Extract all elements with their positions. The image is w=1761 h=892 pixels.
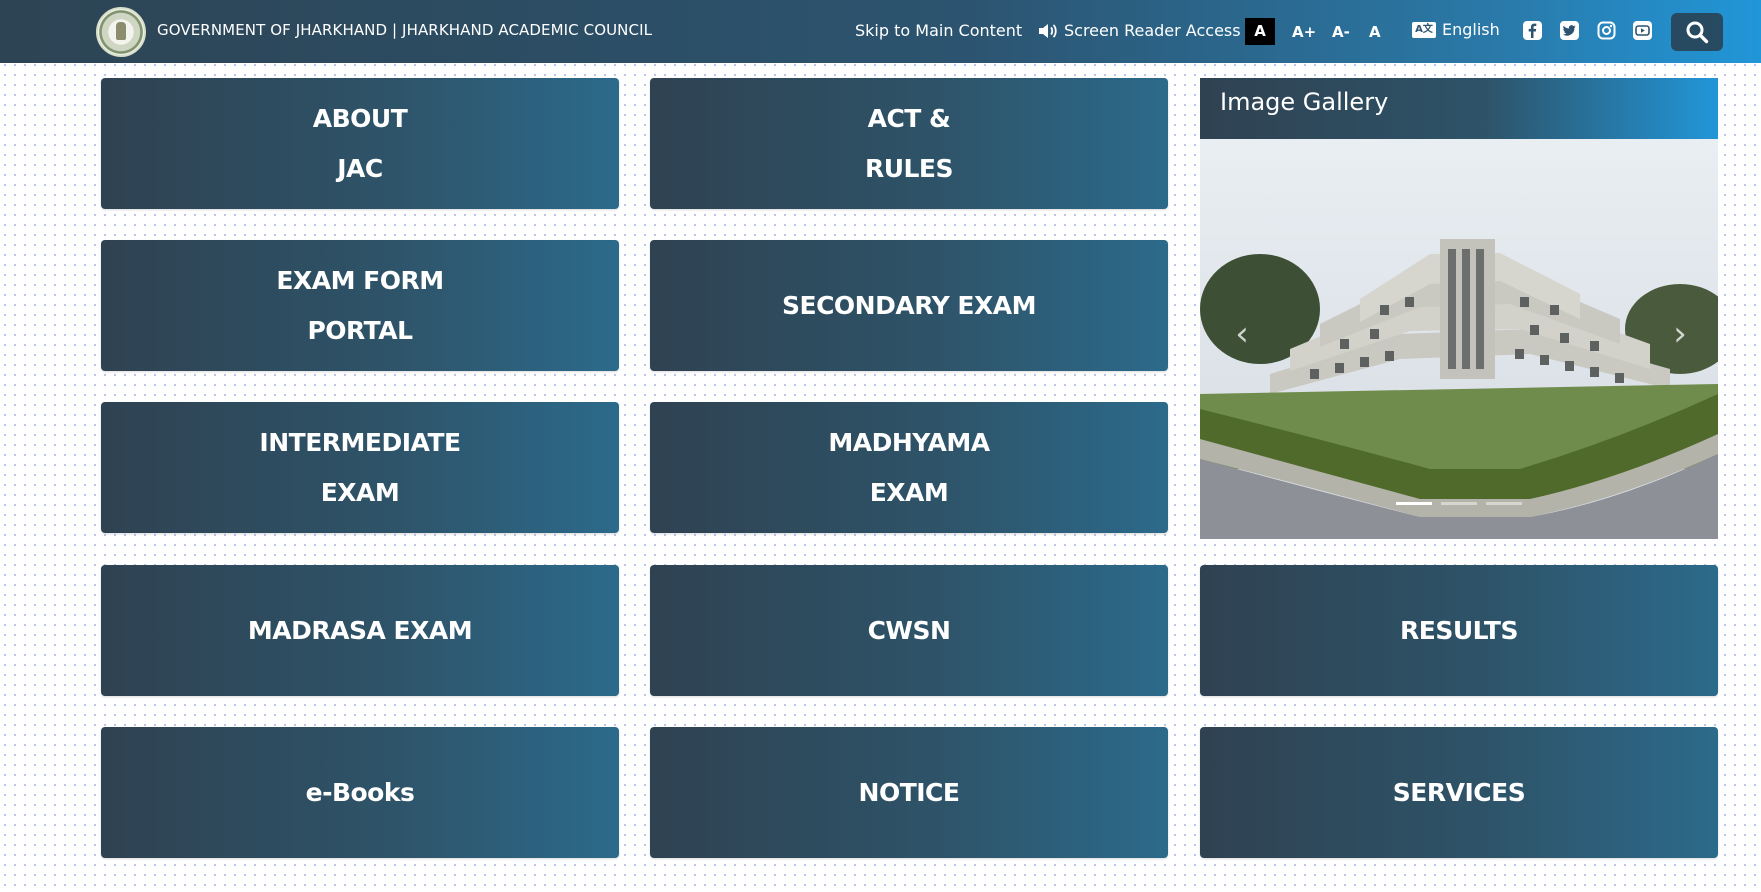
font-size-normal-button[interactable]: A: [1245, 18, 1275, 45]
twitter-icon[interactable]: [1560, 21, 1579, 40]
tile-label-line: EXAM: [869, 477, 949, 507]
font-size-increase-button[interactable]: A+: [1292, 23, 1316, 41]
tile-cwsn[interactable]: CWSN: [650, 565, 1168, 696]
tile-label-line: EXAM: [320, 477, 400, 507]
tile-label-line: MADHYAMA: [828, 427, 990, 457]
government-title: GOVERNMENT OF JHARKHAND | JHARKHAND ACAD…: [157, 21, 653, 39]
tile-label-line: SECONDARY EXAM: [782, 290, 1036, 320]
tile-intermediate-exam[interactable]: INTERMEDIATE EXAM: [101, 402, 619, 533]
tile-e-books[interactable]: e-Books: [101, 727, 619, 858]
facebook-icon[interactable]: [1523, 21, 1542, 40]
tile-label-line: PORTAL: [307, 315, 413, 345]
gallery-indicators: [1396, 502, 1522, 505]
tile-madhyama-exam[interactable]: MADHYAMA EXAM: [650, 402, 1168, 533]
gallery-prev-button[interactable]: ‹: [1230, 314, 1254, 354]
tile-services[interactable]: SERVICES: [1200, 727, 1718, 858]
instagram-icon[interactable]: [1597, 21, 1616, 40]
search-button[interactable]: [1671, 13, 1723, 51]
tile-label-line: ABOUT: [312, 103, 408, 133]
tile-label-line: MADRASA EXAM: [247, 615, 473, 645]
tile-label-line: ACT &: [867, 103, 951, 133]
tile-label-line: e-Books: [305, 777, 415, 807]
language-label: English: [1442, 20, 1500, 39]
tile-label-line: CWSN: [867, 615, 951, 645]
gallery-indicator[interactable]: [1396, 502, 1432, 505]
language-selector[interactable]: A文 English: [1412, 20, 1500, 39]
tile-label-line: EXAM FORM: [276, 265, 444, 295]
tile-act-rules[interactable]: ACT & RULES: [650, 78, 1168, 209]
gallery-carousel[interactable]: ‹ ›: [1200, 139, 1718, 539]
tile-label-line: INTERMEDIATE: [259, 427, 461, 457]
youtube-icon[interactable]: [1633, 21, 1652, 40]
speaker-icon: [1039, 23, 1057, 38]
gallery-indicator[interactable]: [1486, 502, 1522, 505]
tile-label-line: SERVICES: [1392, 777, 1526, 807]
tile-about-jac[interactable]: ABOUT JAC: [101, 78, 619, 209]
tile-exam-form-portal[interactable]: EXAM FORM PORTAL: [101, 240, 619, 371]
tile-label-line: RULES: [864, 153, 954, 183]
gallery-next-button[interactable]: ›: [1668, 314, 1692, 354]
tile-label-line: RESULTS: [1400, 615, 1518, 645]
tile-madrasa-exam[interactable]: MADRASA EXAM: [101, 565, 619, 696]
skip-to-main-content-link[interactable]: Skip to Main Content: [855, 21, 1022, 40]
tile-results[interactable]: RESULTS: [1200, 565, 1718, 696]
image-gallery: Image Gallery ‹ ›: [1200, 78, 1718, 539]
tile-notice[interactable]: NOTICE: [650, 727, 1168, 858]
screen-reader-access-label: Screen Reader Access: [1064, 21, 1241, 40]
tile-label-line: JAC: [337, 153, 383, 183]
screen-reader-access-link[interactable]: Screen Reader Access: [1038, 21, 1241, 40]
tile-label-line: NOTICE: [858, 777, 960, 807]
tile-secondary-exam[interactable]: SECONDARY EXAM: [650, 240, 1168, 371]
gallery-slide-image: [1200, 139, 1718, 539]
font-size-reset-button[interactable]: A: [1369, 23, 1381, 41]
top-bar: GOVERNMENT OF JHARKHAND | JHARKHAND ACAD…: [0, 0, 1761, 63]
jharkhand-emblem-icon: [96, 7, 146, 57]
search-icon: [1686, 21, 1709, 44]
font-size-decrease-button[interactable]: A-: [1332, 23, 1350, 41]
image-gallery-title: Image Gallery: [1200, 78, 1718, 139]
gallery-indicator[interactable]: [1441, 502, 1477, 505]
language-icon: A文: [1412, 21, 1436, 38]
